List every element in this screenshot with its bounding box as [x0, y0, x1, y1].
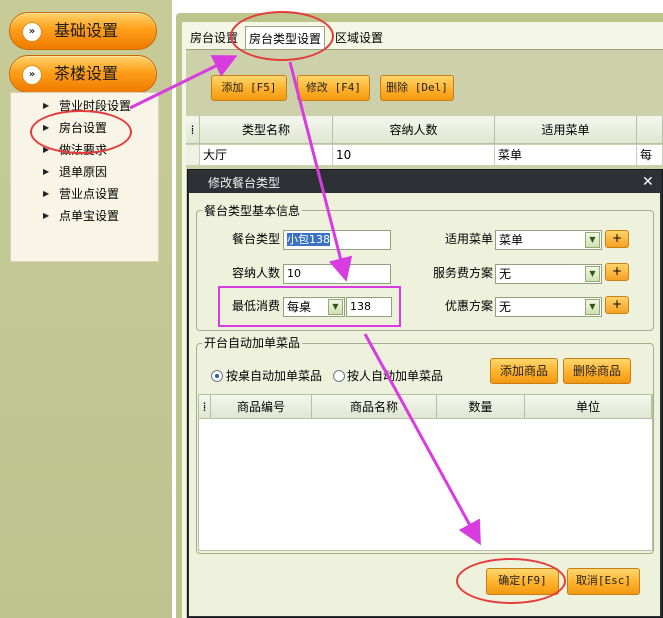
delete-button[interactable]: 删除 [Del]: [380, 75, 454, 101]
tab-area-settings[interactable]: 区域设置: [332, 26, 386, 50]
radio-per-person-label[interactable]: 按人自动加单菜品: [347, 367, 443, 385]
triangle-right-icon: ▶: [43, 211, 50, 220]
close-icon[interactable]: ✕: [642, 174, 654, 190]
column-header-unit[interactable]: 单位: [525, 395, 652, 419]
column-header-goods-name[interactable]: 商品名称: [312, 395, 437, 419]
add-menu-button[interactable]: +: [605, 230, 629, 248]
add-button[interactable]: 添加 [F5]: [211, 75, 287, 101]
table-cell-name[interactable]: 大厅: [200, 145, 333, 165]
add-discount-button[interactable]: +: [605, 296, 629, 314]
service-fee-select[interactable]: 无 ▼: [495, 264, 602, 284]
column-header-capacity[interactable]: 容纳人数: [333, 116, 495, 144]
radio-per-person[interactable]: [333, 370, 345, 382]
triangle-right-icon: ▶: [43, 189, 50, 198]
column-header-menu[interactable]: 适用菜单: [495, 116, 637, 144]
category-basic-settings[interactable]: » 基础设置: [9, 12, 157, 50]
remove-goods-button[interactable]: 删除商品: [563, 358, 631, 384]
discount-select[interactable]: 无 ▼: [495, 297, 602, 317]
category-label: 基础设置: [54, 21, 119, 40]
menu-select[interactable]: 菜单 ▼: [495, 230, 602, 250]
double-chevron-right-icon: »: [22, 65, 42, 85]
column-header-goods-code[interactable]: 商品编号: [211, 395, 312, 419]
table-cell-capacity[interactable]: 10: [333, 145, 495, 165]
annotation-box-min-charge: [218, 286, 401, 327]
cancel-button[interactable]: 取消[Esc]: [567, 568, 640, 595]
grid-row-indicator-icon: ⁞: [186, 116, 200, 144]
add-goods-button[interactable]: 添加商品: [490, 358, 558, 384]
capacity-label: 容纳人数: [231, 266, 280, 280]
table-type-value: 小包138: [287, 233, 330, 246]
radio-per-table[interactable]: [211, 370, 223, 382]
category-teahouse-settings[interactable]: » 茶楼设置: [9, 55, 157, 93]
radio-per-table-label[interactable]: 按桌自动加单菜品: [226, 367, 322, 385]
triangle-right-icon: ▶: [43, 167, 50, 176]
table-cell-extra[interactable]: 每桌: [637, 145, 663, 182]
sidebar-item-label: 退单原因: [59, 165, 108, 179]
dialog-title: 修改餐台类型: [208, 176, 281, 190]
basic-info-group-title: 餐台类型基本信息: [202, 204, 303, 218]
row-indicator: [186, 145, 200, 165]
table-type-input[interactable]: 小包138: [283, 230, 391, 250]
triangle-right-icon: ▶: [43, 101, 50, 110]
column-header-type-name[interactable]: 类型名称: [200, 116, 333, 144]
annotation-circle-sidebar: [30, 110, 132, 154]
menu-label: 适用菜单: [444, 232, 493, 246]
sidebar-item-return-reasons[interactable]: ▶ 退单原因: [11, 161, 160, 183]
table-cell-menu[interactable]: 菜单: [495, 145, 637, 165]
category-label: 茶楼设置: [54, 64, 119, 83]
edit-button[interactable]: 修改 [F4]: [297, 75, 370, 101]
service-fee-label: 服务费方案: [432, 266, 493, 280]
double-chevron-right-icon: »: [22, 22, 42, 42]
chevron-down-icon[interactable]: ▼: [585, 299, 600, 315]
sidebar-item-business-point[interactable]: ▶ 营业点设置: [11, 183, 160, 205]
annotation-circle-ok: [456, 558, 566, 604]
grid-row-indicator-icon: ⁞: [199, 395, 211, 419]
annotation-circle-tab: [230, 11, 334, 61]
discount-label: 优惠方案: [444, 299, 493, 313]
sidebar-item-label: 营业点设置: [59, 187, 120, 201]
auto-add-group-title: 开台自动加单菜品: [202, 336, 303, 350]
table-type-label: 餐台类型: [231, 232, 280, 246]
column-header-extra[interactable]: [637, 116, 663, 144]
column-header-quantity[interactable]: 数量: [437, 395, 525, 419]
chevron-down-icon[interactable]: ▼: [585, 232, 600, 248]
chevron-down-icon[interactable]: ▼: [585, 266, 600, 282]
menu-select-value: 菜单: [499, 233, 524, 247]
capacity-input[interactable]: 10: [283, 264, 391, 284]
discount-value: 无: [499, 300, 512, 314]
add-service-fee-button[interactable]: +: [605, 263, 629, 281]
service-fee-value: 无: [499, 267, 512, 281]
sidebar-item-label: 点单宝设置: [59, 209, 120, 223]
sidebar-item-order-treasure[interactable]: ▶ 点单宝设置: [11, 205, 160, 227]
